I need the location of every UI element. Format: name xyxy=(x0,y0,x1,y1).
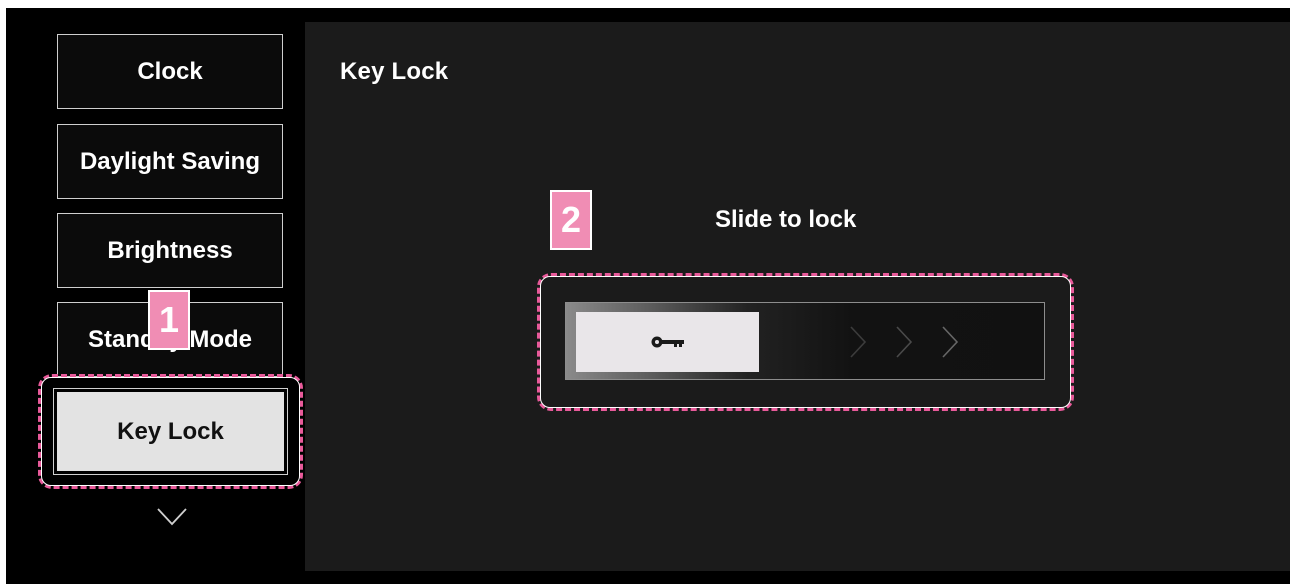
highlight-frame-1 xyxy=(38,374,303,489)
chevron-down-icon[interactable] xyxy=(156,506,188,528)
page-title: Key Lock xyxy=(340,58,449,85)
slide-to-lock-label: Slide to lock xyxy=(715,206,857,233)
callout-badge-2: 2 xyxy=(550,190,592,250)
highlight-frame-2 xyxy=(537,273,1074,411)
menu-item-clock[interactable]: Clock xyxy=(57,34,283,109)
menu-item-daylight-saving[interactable]: Daylight Saving xyxy=(57,124,283,199)
callout-badge-1: 1 xyxy=(148,290,190,350)
menu-item-brightness[interactable]: Brightness xyxy=(57,213,283,288)
